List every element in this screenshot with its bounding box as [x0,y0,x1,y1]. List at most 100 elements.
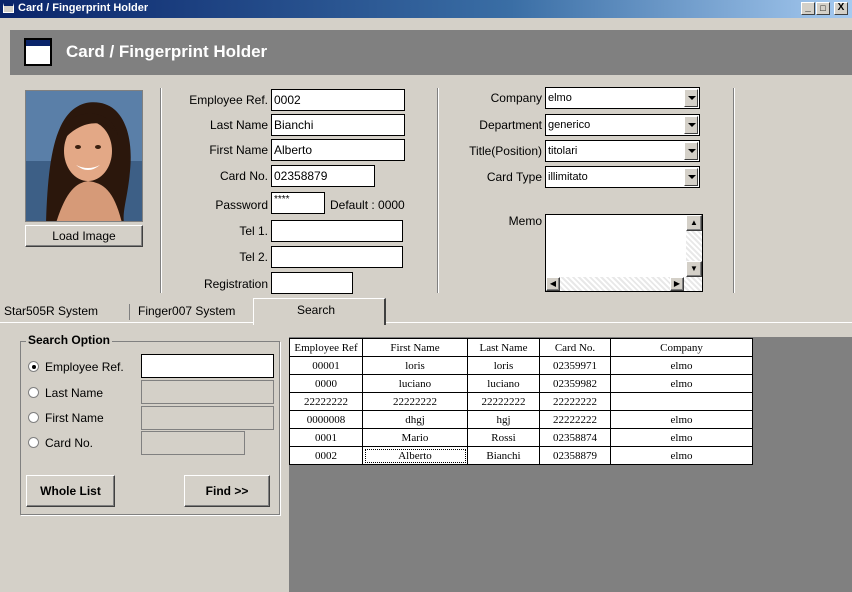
table-cell[interactable]: hgj [467,410,540,429]
department-value: generico [548,119,591,131]
registration-field[interactable] [271,272,353,294]
divider [437,88,439,293]
form-title: Card / Fingerprint Holder [66,42,268,61]
table-cell[interactable]: 22222222 [362,392,468,411]
department-select[interactable]: generico [545,114,700,136]
column-header[interactable]: Employee Ref [289,338,363,357]
table-cell[interactable]: 0000 [289,374,363,393]
table-cell[interactable]: 22222222 [539,392,611,411]
table-cell[interactable]: 02359971 [539,356,611,375]
tel1-field[interactable] [271,220,403,242]
table-row[interactable]: 00001 loris loris 02359971 elmo [289,356,753,375]
form-icon [24,38,52,66]
card-no-label: Card No. [219,169,268,183]
memo-field[interactable]: ▲ ▼ ◀ ▶ [545,214,703,292]
close-button[interactable]: X [834,2,848,15]
column-header[interactable]: Card No. [539,338,611,357]
registration-label: Registration [203,277,268,291]
company-select[interactable]: elmo [545,87,700,109]
title-position-value: titolari [548,145,578,157]
table-cell[interactable]: loris [362,356,468,375]
scroll-up-icon[interactable]: ▲ [686,215,702,231]
table-cell[interactable]: 0000008 [289,410,363,429]
table-cell[interactable]: Bianchi [467,446,540,465]
table-cell[interactable]: dhgj [362,410,468,429]
window-title: Card / Fingerprint Holder [18,2,149,14]
table-cell[interactable]: elmo [610,374,753,393]
table-cell[interactable]: loris [467,356,540,375]
window-title-bar[interactable]: Card / Fingerprint Holder _ □ X [0,0,852,18]
password-label: Password [215,198,268,212]
table-cell[interactable]: Rossi [467,428,540,447]
memo-vertical-scrollbar[interactable]: ▲ ▼ [686,215,702,277]
table-row[interactable]: 22222222 22222222 22222222 22222222 [289,392,753,411]
company-value: elmo [548,92,572,104]
table-cell[interactable]: elmo [610,446,753,465]
portrait-image [26,91,142,221]
table-cell[interactable]: 0001 [289,428,363,447]
first-name-label: First Name [209,143,268,157]
window-icon [3,3,14,13]
employee-ref-field[interactable]: 0002 [271,89,405,111]
table-row[interactable]: 0001 Mario Rossi 02358874 elmo [289,428,753,447]
table-cell[interactable]: 02358879 [539,446,611,465]
radio-first-name[interactable] [28,412,39,423]
table-cell[interactable]: elmo [610,428,753,447]
table-row[interactable]: 0000 luciano luciano 02359982 elmo [289,374,753,393]
minimize-button[interactable]: _ [801,2,815,15]
radio-last-name[interactable] [28,387,39,398]
table-cell[interactable]: elmo [610,356,753,375]
whole-list-button[interactable]: Whole List [26,475,115,507]
table-cell[interactable]: Mario [362,428,468,447]
tab-star505r[interactable]: Star505R System [4,300,98,322]
scroll-down-icon[interactable]: ▼ [686,261,702,277]
table-cell[interactable]: 02359982 [539,374,611,393]
last-name-field[interactable]: Bianchi [271,114,405,136]
card-type-select[interactable]: illimitato [545,166,700,188]
search-input[interactable] [141,354,274,378]
chevron-down-icon[interactable] [684,168,698,186]
tel2-field[interactable] [271,246,403,268]
tab-strip-line [0,322,852,323]
table-cell[interactable]: 02358874 [539,428,611,447]
column-header[interactable]: Last Name [467,338,540,357]
table-cell[interactable]: luciano [362,374,468,393]
scroll-right-icon[interactable]: ▶ [670,277,684,291]
column-header[interactable]: Company [610,338,753,357]
tab-search[interactable]: Search [253,298,386,325]
first-name-field[interactable]: Alberto [271,139,405,161]
table-cell[interactable]: 22222222 [289,392,363,411]
title-position-select[interactable]: titolari [545,140,700,162]
chevron-down-icon[interactable] [684,142,698,160]
divider [733,88,735,293]
memo-horizontal-scrollbar[interactable]: ◀ ▶ [546,277,702,291]
table-cell[interactable]: 22222222 [467,392,540,411]
chevron-down-icon[interactable] [684,116,698,134]
radio-last-name-label: Last Name [45,386,104,400]
table-cell-focused[interactable]: Alberto [362,446,468,465]
radio-employee-ref[interactable] [28,361,39,372]
load-image-button[interactable]: Load Image [25,225,143,247]
card-no-field[interactable]: 02358879 [271,165,375,187]
column-header[interactable]: First Name [362,338,468,357]
password-field[interactable]: **** [271,192,325,214]
search-first-name-field [141,406,274,430]
find-button[interactable]: Find >> [184,475,270,507]
table-row-selected[interactable]: 0002 Alberto Bianchi 02358879 elmo [289,446,753,465]
table-cell[interactable] [610,392,753,411]
password-default-hint: Default : 0000 [330,198,405,212]
table-cell[interactable]: 0002 [289,446,363,465]
scroll-left-icon[interactable]: ◀ [546,277,560,291]
table-cell[interactable]: luciano [467,374,540,393]
tab-finger007[interactable]: Finger007 System [138,300,235,322]
table-cell[interactable]: elmo [610,410,753,429]
table-cell[interactable]: 22222222 [539,410,611,429]
search-option-title: Search Option [26,333,113,347]
radio-card-no[interactable] [28,437,39,448]
chevron-down-icon[interactable] [684,89,698,107]
tel2-label: Tel 2. [239,250,268,264]
tab-separator [129,304,130,320]
table-cell[interactable]: 00001 [289,356,363,375]
table-row[interactable]: 0000008 dhgj hgj 22222222 elmo [289,410,753,429]
maximize-button[interactable]: □ [816,2,830,15]
